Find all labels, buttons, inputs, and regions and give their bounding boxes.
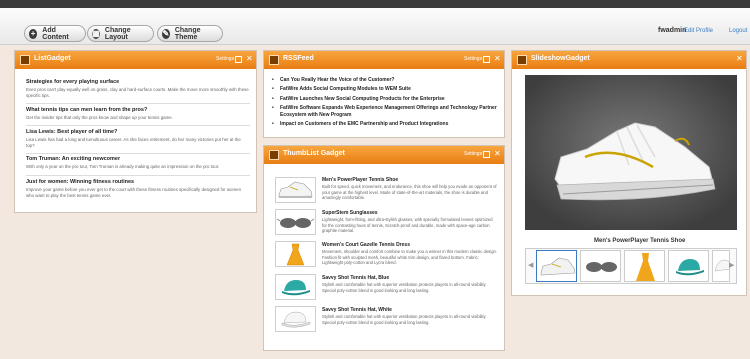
change-theme-button[interactable]: ✎ Change Theme (157, 25, 223, 42)
strip-thumb-shoe[interactable] (536, 250, 577, 282)
gadget-icon (20, 55, 30, 65)
slide-caption: Men's PowerPlayer Tennis Shoe (594, 238, 686, 244)
settings-link[interactable]: Settings (464, 56, 482, 62)
thumb-item-desc: Built for speed, quick movement, and end… (322, 184, 497, 200)
close-icon[interactable]: ✕ (494, 54, 501, 64)
thumb-item-name[interactable]: Women's Court Gazelle Tennis Dress (322, 242, 410, 248)
edit-profile-link[interactable]: Edit Profile (684, 28, 713, 34)
thumb-item-name[interactable]: Savvy Shot Tennis Hat, White (322, 307, 392, 313)
thumb-item-desc: Movement, shoulder and comfort combine t… (322, 249, 498, 265)
list-gadget-title: ListGadget (34, 55, 71, 62)
list-item-desc: With only a year on the pro tour, Tom Tr… (26, 164, 220, 169)
slideshow-gadget: SlideshowGadget ✕ Men's PowerPlayer Tenn… (511, 50, 747, 296)
slideshow-gadget-header[interactable]: SlideshowGadget ✕ (512, 51, 746, 69)
white-hat-thumbnail[interactable] (275, 306, 316, 332)
rss-item[interactable]: FatWire Software Expands Web Experience … (272, 105, 498, 119)
theme-icon: ✎ (162, 28, 170, 39)
list-item[interactable]: What tennis tips can men learn from the … (26, 107, 250, 121)
thumb-item-name[interactable]: Savvy Shot Tennis Hat, Blue (322, 275, 389, 281)
slide-image[interactable] (525, 75, 737, 230)
divider (26, 175, 250, 176)
divider (26, 103, 250, 104)
change-layout-button[interactable]: ▦ Change Layout (87, 25, 154, 42)
thumb-item-name[interactable]: SuperStem Sunglasses (322, 210, 378, 216)
list-item-title[interactable]: Tom Truman: An exciting newcomer (26, 156, 250, 162)
dress-thumbnail[interactable] (275, 241, 316, 267)
close-icon[interactable]: ✕ (736, 54, 743, 64)
rss-gadget-title: RSSFeed (283, 55, 314, 62)
thumb-item-desc: Stylish and comfortable hat with superio… (322, 314, 487, 325)
add-content-label: Add Content (42, 26, 69, 41)
settings-link[interactable]: Settings (216, 56, 234, 62)
rss-gadget-header[interactable]: RSSFeed Settings ✕ (264, 51, 504, 69)
gadget-icon (269, 55, 279, 65)
divider (26, 153, 250, 154)
logout-link[interactable]: Logout (729, 28, 747, 34)
list-item[interactable]: Lisa Lewis: Best player of all time? Lis… (26, 129, 250, 149)
thumb-item-name[interactable]: Men's PowerPlayer Tennis Shoe (322, 177, 398, 183)
slideshow-gadget-title: SlideshowGadget (531, 55, 590, 62)
username: fwadmin (658, 27, 687, 34)
rss-item[interactable]: Can You Really Hear the Voice of the Cus… (272, 77, 498, 84)
list-gadget: ListGadget Settings ✕ Strategies for eve… (14, 50, 257, 213)
top-strip (0, 0, 750, 8)
prev-arrow-icon[interactable]: ◀ (528, 261, 533, 269)
list-item-desc: Even pros can't play equally well on gra… (26, 87, 249, 98)
list-item-title[interactable]: What tennis tips can men learn from the … (26, 107, 250, 113)
rss-item[interactable]: Impact on Customers of the EMC Partnersh… (272, 121, 498, 128)
strip-thumb-blue-hat[interactable] (668, 250, 709, 282)
list-item[interactable]: Just for women: Winning fitness routines… (26, 179, 250, 199)
next-arrow-icon[interactable]: ▶ (729, 261, 734, 269)
blue-hat-thumbnail[interactable] (275, 274, 316, 300)
list-item-desc: Get the insider tips that only the pros … (26, 115, 173, 120)
change-theme-label: Change Theme (174, 26, 201, 41)
layout-icon: ▦ (92, 28, 100, 39)
toolbar: + Add Content ▦ Change Layout ✎ Change T… (0, 8, 750, 45)
list-item-desc: Lisa Lewis has had a long and tumultuous… (26, 137, 241, 148)
list-item-title[interactable]: Just for women: Winning fitness routines (26, 179, 250, 185)
strip-track (536, 250, 730, 282)
add-content-button[interactable]: + Add Content (24, 25, 86, 42)
thumb-item-desc: Lightweight, form-fitting, and ultra-sty… (322, 217, 493, 233)
close-icon[interactable]: ✕ (494, 149, 501, 159)
list-item[interactable]: Tom Truman: An exciting newcomer With on… (26, 156, 250, 170)
rss-item[interactable]: FatWire Launches New Social Computing Pr… (272, 96, 498, 103)
shoe-thumbnail[interactable] (275, 177, 316, 203)
list-item[interactable]: Strategies for every playing surface Eve… (26, 79, 250, 99)
gadget-icon (269, 150, 279, 160)
rss-item[interactable]: FatWire Adds Social Computing Modules to… (272, 86, 498, 93)
settings-link[interactable]: Settings (464, 151, 482, 157)
sunglasses-thumbnail[interactable] (275, 209, 316, 235)
minimize-icon[interactable] (483, 56, 490, 63)
rss-gadget: RSSFeed Settings ✕ Can You Really Hear t… (263, 50, 505, 138)
gadget-icon (517, 55, 527, 65)
change-layout-label: Change Layout (104, 26, 131, 41)
close-icon[interactable]: ✕ (246, 54, 253, 64)
list-gadget-header[interactable]: ListGadget Settings ✕ (15, 51, 256, 69)
thumbnail-strip: ◀ ▶ (525, 248, 737, 284)
strip-thumb-sunglasses[interactable] (580, 250, 621, 282)
list-item-title[interactable]: Strategies for every playing surface (26, 79, 250, 85)
minimize-icon[interactable] (483, 151, 490, 158)
thumblist-gadget: ThumbList Gadget Settings ✕ Men's PowerP… (263, 145, 505, 351)
strip-thumb-dress[interactable] (624, 250, 665, 282)
divider (26, 125, 250, 126)
thumb-item-desc: Stylish and comfortable hat with superio… (322, 282, 487, 293)
plus-icon: + (29, 28, 38, 39)
strip-thumb-white-hat[interactable] (712, 250, 730, 282)
thumblist-gadget-title: ThumbList Gadget (283, 150, 345, 157)
list-item-desc: Improve your game before you ever get to… (26, 187, 242, 198)
minimize-icon[interactable] (235, 56, 242, 63)
list-item-title[interactable]: Lisa Lewis: Best player of all time? (26, 129, 250, 135)
thumblist-gadget-header[interactable]: ThumbList Gadget Settings ✕ (264, 146, 504, 164)
